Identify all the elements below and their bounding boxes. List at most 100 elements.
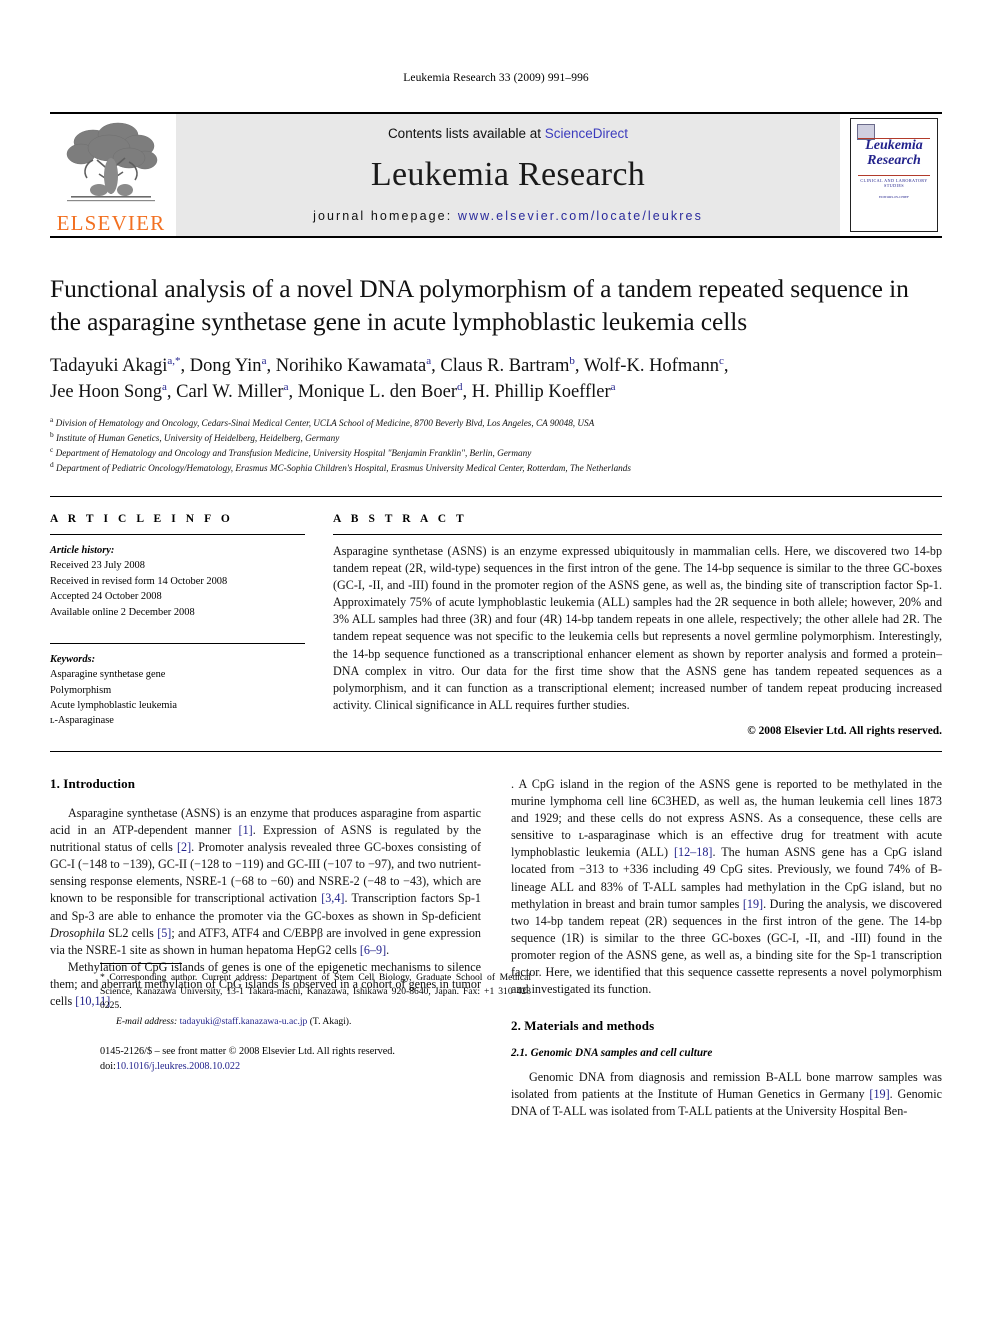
author-affil-mark: c — [718, 355, 724, 368]
journal-homepage-line: journal homepage: www.elsevier.com/locat… — [313, 209, 703, 223]
affiliation-mark: a — [50, 415, 54, 425]
article-info-heading: A R T I C L E I N F O — [50, 512, 234, 525]
doi-link[interactable]: 10.1016/j.leukres.2008.10.022 — [116, 1061, 240, 1072]
author-name: Monique L. den Boer — [297, 381, 457, 402]
sciencedirect-link[interactable]: ScienceDirect — [545, 126, 628, 141]
author-name: Jee Hoon Song — [50, 381, 163, 402]
contents-available-line: Contents lists available at ScienceDirec… — [388, 126, 628, 141]
keywords-block: Keywords: Asparagine synthetase gene Pol… — [50, 652, 305, 729]
affiliation-text: Department of Hematology and Oncology an… — [55, 448, 532, 459]
reference-link-1[interactable]: [1] — [239, 823, 253, 837]
article-history-block: Article history: Received 23 July 2008 R… — [50, 543, 305, 620]
journal-homepage-link[interactable]: www.elsevier.com/locate/leukres — [458, 209, 703, 223]
doi-line: doi:10.1016/j.leukres.2008.10.022 — [100, 1060, 531, 1074]
author-name: H. Phillip Koeffler — [471, 381, 611, 402]
author-list: Tadayuki Akagia,*, Dong Yina, Norihiko K… — [50, 355, 729, 402]
left-body-column: 1. Introduction Asparagine synthetase (A… — [50, 776, 531, 1120]
author-affil-mark: a — [283, 380, 289, 393]
running-head: Leukemia Research 33 (2009) 991–996 — [403, 72, 589, 84]
article-history-item: Available online 2 December 2008 — [50, 606, 195, 618]
article-history-label: Article history: — [50, 544, 115, 556]
affiliation-text: Division of Hematology and Oncology, Ced… — [55, 418, 595, 429]
title-block: Functional analysis of a novel DNA polym… — [50, 238, 942, 476]
author-affil-mark: a — [261, 355, 267, 368]
author-affil-mark: a,* — [167, 355, 181, 368]
article-page: Leukemia Research 33 (2009) 991–996 ELSE… — [0, 0, 992, 1323]
intro-paragraph-2-right: . A CpG island in the region of the ASNS… — [511, 776, 942, 998]
intro-p1-seg-g: . — [386, 942, 390, 957]
keyword-item: Acute lymphoblastic leukemia — [50, 700, 177, 712]
author-name: Dong Yin — [189, 356, 262, 377]
author-name: Norihiko Kawamata — [275, 356, 427, 377]
affiliation-item: d Department of Pediatric Oncology/Hemat… — [50, 461, 942, 476]
reference-link-5[interactable]: [5] — [157, 926, 171, 940]
materials-paragraph-1: Genomic DNA from diagnosis and remission… — [511, 1069, 942, 1120]
contents-prefix-text: Contents lists available at — [387, 126, 545, 141]
keyword-item: ʟ-Asparaginase — [50, 715, 114, 727]
keyword-item: Asparagine synthetase gene — [50, 669, 166, 681]
author-entry: Wolf-K. Hofmannc — [583, 355, 724, 377]
elsevier-logo: ELSEVIER — [50, 114, 172, 236]
reference-link-2[interactable]: [2] — [177, 840, 191, 854]
issn-line: 0145-2126/$ – see front matter © 2008 El… — [100, 1046, 395, 1058]
author-entry: Carl W. Millera — [176, 380, 289, 402]
abstract-rule — [333, 533, 942, 535]
journal-title: Leukemia Research — [370, 156, 646, 193]
species-name-drosophila: Drosophila — [50, 925, 105, 940]
cover-title-line-1: Leukemia — [865, 138, 923, 153]
email-suffix: (T. Akagi). — [307, 1016, 352, 1028]
article-history-item: Received 23 July 2008 — [50, 560, 145, 572]
author-affil-mark: b — [569, 355, 575, 368]
abstract-heading: A B S T R A C T — [333, 512, 468, 525]
footnote-block: * Corresponding author. Current address:… — [100, 963, 531, 1074]
reference-link-12-18[interactable]: [12–18] — [674, 845, 712, 859]
affiliation-mark: b — [50, 430, 54, 440]
corresponding-author-note: * Corresponding author. Current address:… — [100, 972, 531, 1011]
affiliation-mark: d — [50, 459, 54, 469]
elsevier-wordmark: ELSEVIER — [56, 211, 166, 235]
materials-methods-heading: 2. Materials and methods — [511, 1018, 655, 1034]
reference-link-6-9[interactable]: [6–9] — [360, 943, 386, 957]
email-label: E-mail address: — [116, 1016, 178, 1028]
doi-label: doi: — [100, 1060, 116, 1072]
right-body-column: . A CpG island in the region of the ASNS… — [511, 776, 942, 1120]
article-info-rule — [50, 533, 305, 535]
info-abstract-row: A R T I C L E I N F O Article history: R… — [50, 497, 942, 737]
author-affil-mark: a — [426, 355, 432, 368]
author-name: Wolf-K. Hofmann — [583, 356, 719, 377]
body-columns: 1. Introduction Asparagine synthetase (A… — [50, 752, 942, 1120]
masthead-center-band: Contents lists available at ScienceDirec… — [176, 114, 840, 236]
reference-link-19[interactable]: [19] — [743, 897, 763, 911]
issn-copyright-block: 0145-2126/$ – see front matter © 2008 El… — [100, 1045, 531, 1074]
affiliation-item: a Division of Hematology and Oncology, C… — [50, 416, 942, 431]
affiliation-list: a Division of Hematology and Oncology, C… — [50, 416, 942, 476]
keywords-rule — [50, 642, 305, 644]
journal-cover-thumbnail: Leukemia Research CLINICAL AND LABORATOR… — [846, 114, 942, 236]
introduction-heading: 1. Introduction — [50, 776, 136, 792]
email-link[interactable]: tadayuki@staff.kanazawa-u.ac.jp — [180, 1016, 308, 1027]
journal-masthead: ELSEVIER Contents lists available at Sci… — [50, 114, 942, 236]
author-name: Claus R. Bartram — [440, 356, 570, 377]
abstract-copyright: © 2008 Elsevier Ltd. All rights reserved… — [747, 725, 942, 738]
cover-subtitle: CLINICAL AND LABORATORY STUDIES — [860, 178, 928, 188]
keywords-label: Keywords: — [50, 653, 96, 665]
page-title: Functional analysis of a novel DNA polym… — [50, 274, 909, 337]
affiliation-text: Institute of Human Genetics, University … — [56, 433, 340, 444]
email-note: E-mail address: tadayuki@staff.kanazawa-… — [100, 1016, 531, 1027]
author-entry: H. Phillip Koefflera — [471, 380, 616, 402]
subsection-2-1-heading: 2.1. Genomic DNA samples and cell cultur… — [511, 1047, 713, 1060]
reference-link-3-4[interactable]: [3,4] — [321, 891, 344, 905]
affiliation-mark: c — [50, 445, 54, 455]
author-entry: Norihiko Kawamataa — [275, 355, 432, 377]
author-entry: Dong Yina — [189, 355, 267, 377]
keyword-item: Polymorphism — [50, 684, 112, 696]
cover-rule-bottom — [858, 175, 930, 176]
author-affil-mark: a — [610, 380, 616, 393]
intro-p1-seg-e: SL2 cells — [104, 925, 158, 940]
homepage-prefix-text: journal homepage: — [313, 209, 458, 223]
intro-p2-seg-d: . During the analysis, we discovered two… — [511, 896, 942, 996]
author-name: Carl W. Miller — [176, 381, 284, 402]
reference-link-19-b[interactable]: [19] — [869, 1087, 889, 1101]
article-info-column: A R T I C L E I N F O Article history: R… — [50, 513, 305, 737]
